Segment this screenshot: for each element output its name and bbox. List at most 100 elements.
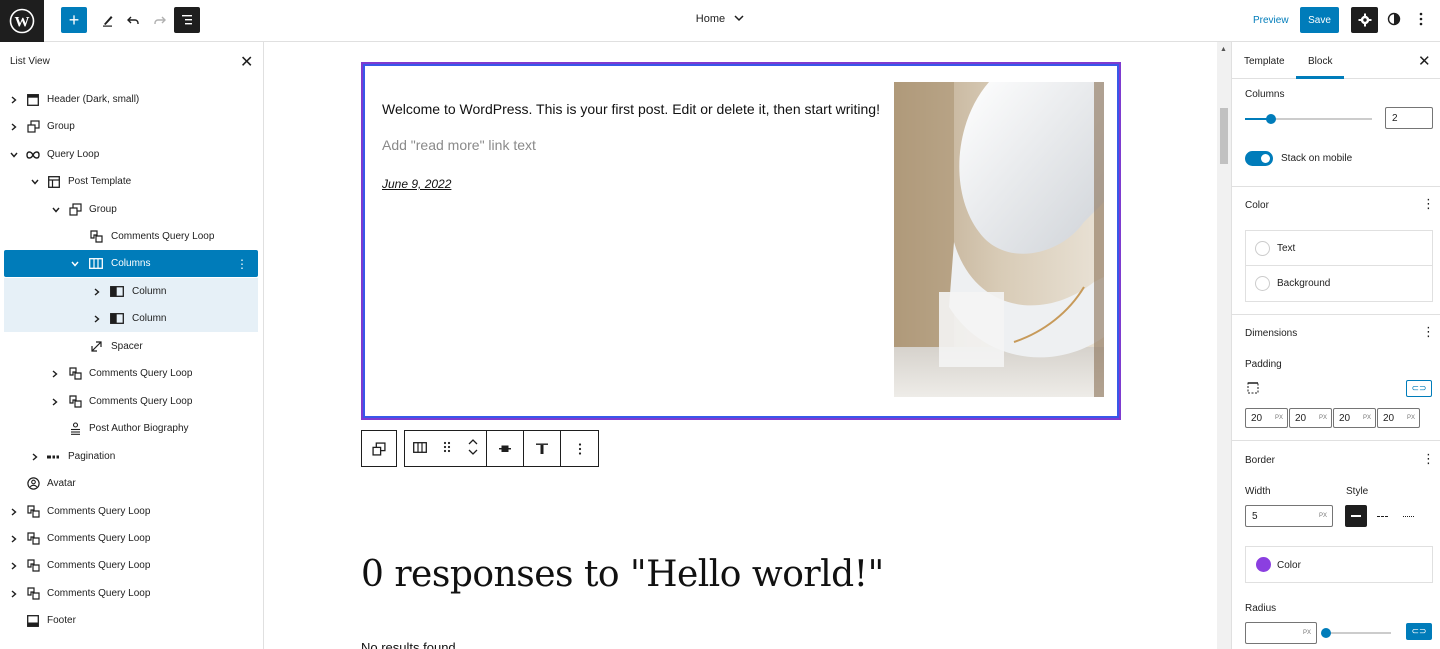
text-color-item[interactable]: Text [1246,231,1432,266]
list-item-group[interactable]: Group [4,113,258,140]
padding-right-input[interactable]: 20 PX [1289,408,1332,428]
padding-value: 20 [1383,412,1395,424]
chevron-right-icon[interactable] [50,397,60,407]
chevron-down-icon[interactable] [51,205,61,215]
avatar-icon [26,477,40,491]
list-item-comments-query-loop[interactable]: Comments Query Loop [4,525,258,552]
canvas-scrollbar[interactable]: ▲ [1217,42,1231,649]
list-item-column[interactable]: Column [4,305,258,332]
styles-button[interactable] [1387,12,1401,29]
list-item-query-loop[interactable]: Query Loop [4,141,258,168]
list-item-comments-query-loop[interactable]: Comments Query Loop [4,223,258,250]
list-item-comments-query-loop[interactable]: Comments Query Loop [4,552,258,579]
radius-input[interactable]: PX [1245,622,1317,644]
featured-image[interactable] [894,82,1104,397]
border-style-dotted-button[interactable] [1397,505,1419,527]
read-more-input[interactable]: Add "read more" link text [382,137,536,153]
border-color-item[interactable]: Color [1245,546,1433,583]
list-item-header[interactable]: Header (Dark, small) [4,86,258,113]
chevron-right-icon[interactable] [9,122,19,132]
border-options-button[interactable]: ⋮ [1422,451,1435,467]
chevron-right-icon[interactable] [9,534,19,544]
more-vertical-icon[interactable]: ⋮ [236,257,248,271]
list-item-columns[interactable]: Columns ⋮ [4,250,258,277]
link-radius-corners-button[interactable]: ⊂⊃ [1406,623,1432,640]
padding-top-input[interactable]: 20 PX [1245,408,1288,428]
columns-number-input[interactable]: 2 [1385,107,1433,129]
radius-range-track[interactable] [1325,632,1391,634]
radius-range-thumb[interactable] [1321,628,1331,638]
preview-button[interactable]: Preview [1253,15,1289,26]
list-item-group[interactable]: Group [4,196,258,223]
editor-canvas: Welcome to WordPress. This is your first… [265,42,1217,649]
list-item-comments-query-loop[interactable]: Comments Query Loop [4,388,258,415]
list-item-comments-query-loop[interactable]: Comments Query Loop [4,498,258,525]
chevron-right-icon[interactable] [92,287,102,297]
chevron-right-icon[interactable] [50,369,60,379]
post-date[interactable]: June 9, 2022 [382,177,451,191]
list-item-label: Header (Dark, small) [47,94,140,105]
close-sidebar-button[interactable]: ✕ [1418,52,1431,70]
chevron-down-icon[interactable] [70,259,80,269]
author-icon [68,422,82,436]
columns-block[interactable]: Welcome to WordPress. This is your first… [361,62,1121,420]
scroll-thumb[interactable] [1220,108,1228,164]
list-item-post-template[interactable]: Post Template [4,168,258,195]
comments-heading[interactable]: 0 responses to "Hello world!" [361,554,884,595]
settings-button[interactable] [1351,7,1378,33]
chevron-down-icon[interactable] [30,177,40,187]
move-up-down-icon[interactable] [468,438,478,459]
column-icon [110,312,124,326]
link-padding-sides-button[interactable]: ⊂⊃ [1406,380,1432,397]
vertical-align-button[interactable] [487,431,524,466]
list-item-spacer[interactable]: Spacer [4,333,258,360]
columns-icon[interactable] [413,441,428,456]
list-item-post-author-biography[interactable]: Post Author Biography [4,415,258,442]
list-item-column[interactable]: Column [4,278,258,305]
chevron-right-icon[interactable] [92,314,102,324]
dimensions-options-button[interactable]: ⋮ [1422,324,1435,340]
options-button[interactable] [1417,11,1425,30]
chevron-right-icon[interactable] [9,95,19,105]
chevron-right-icon[interactable] [30,452,40,462]
close-list-view-button[interactable]: ✕ [240,52,253,72]
align-top-icon [536,443,548,454]
list-item-label: Group [89,204,117,215]
select-parent-button[interactable] [361,430,397,467]
list-item-label: Comments Query Loop [47,588,151,599]
document-title-button[interactable]: Home [0,13,1440,25]
padding-bottom-input[interactable]: 20 PX [1333,408,1376,428]
padding-unit: PX [1318,415,1327,421]
list-item-pagination[interactable]: Pagination [4,443,258,470]
scroll-up-arrow-icon[interactable]: ▲ [1220,46,1227,53]
list-item-label: Comments Query Loop [111,231,215,242]
group-icon [372,441,386,456]
tab-template[interactable]: Template [1244,56,1285,67]
list-item-label: Column [132,286,167,297]
list-item-label: Avatar [47,478,76,489]
list-item-avatar[interactable]: Avatar [4,470,258,497]
list-item-comments-query-loop[interactable]: Comments Query Loop [4,580,258,607]
block-options-button[interactable] [561,431,598,466]
post-excerpt[interactable]: Welcome to WordPress. This is your first… [382,101,880,117]
chevron-right-icon[interactable] [9,589,19,599]
list-item-comments-query-loop[interactable]: Comments Query Loop [4,360,258,387]
padding-left-input[interactable]: 20 PX [1377,408,1420,428]
stack-on-mobile-toggle[interactable] [1245,151,1273,166]
save-button[interactable]: Save [1300,7,1339,33]
border-style-dashed-button[interactable] [1371,505,1393,527]
columns-range-thumb[interactable] [1266,114,1276,124]
align-top-button[interactable] [524,431,561,466]
drag-handle-icon[interactable] [443,441,451,456]
list-item-footer[interactable]: Footer [4,607,258,634]
border-width-input[interactable]: 5 PX [1245,505,1333,527]
chevron-right-icon[interactable] [9,507,19,517]
columns-label: Columns [1245,89,1285,100]
chevron-down-icon[interactable] [9,150,19,160]
border-style-solid-button[interactable] [1345,505,1367,527]
chevron-right-icon[interactable] [9,561,19,571]
color-options-button[interactable]: ⋮ [1422,196,1435,212]
background-color-item[interactable]: Background [1246,266,1432,301]
toggle-knob [1261,154,1270,163]
tab-block[interactable]: Block [1308,56,1332,67]
